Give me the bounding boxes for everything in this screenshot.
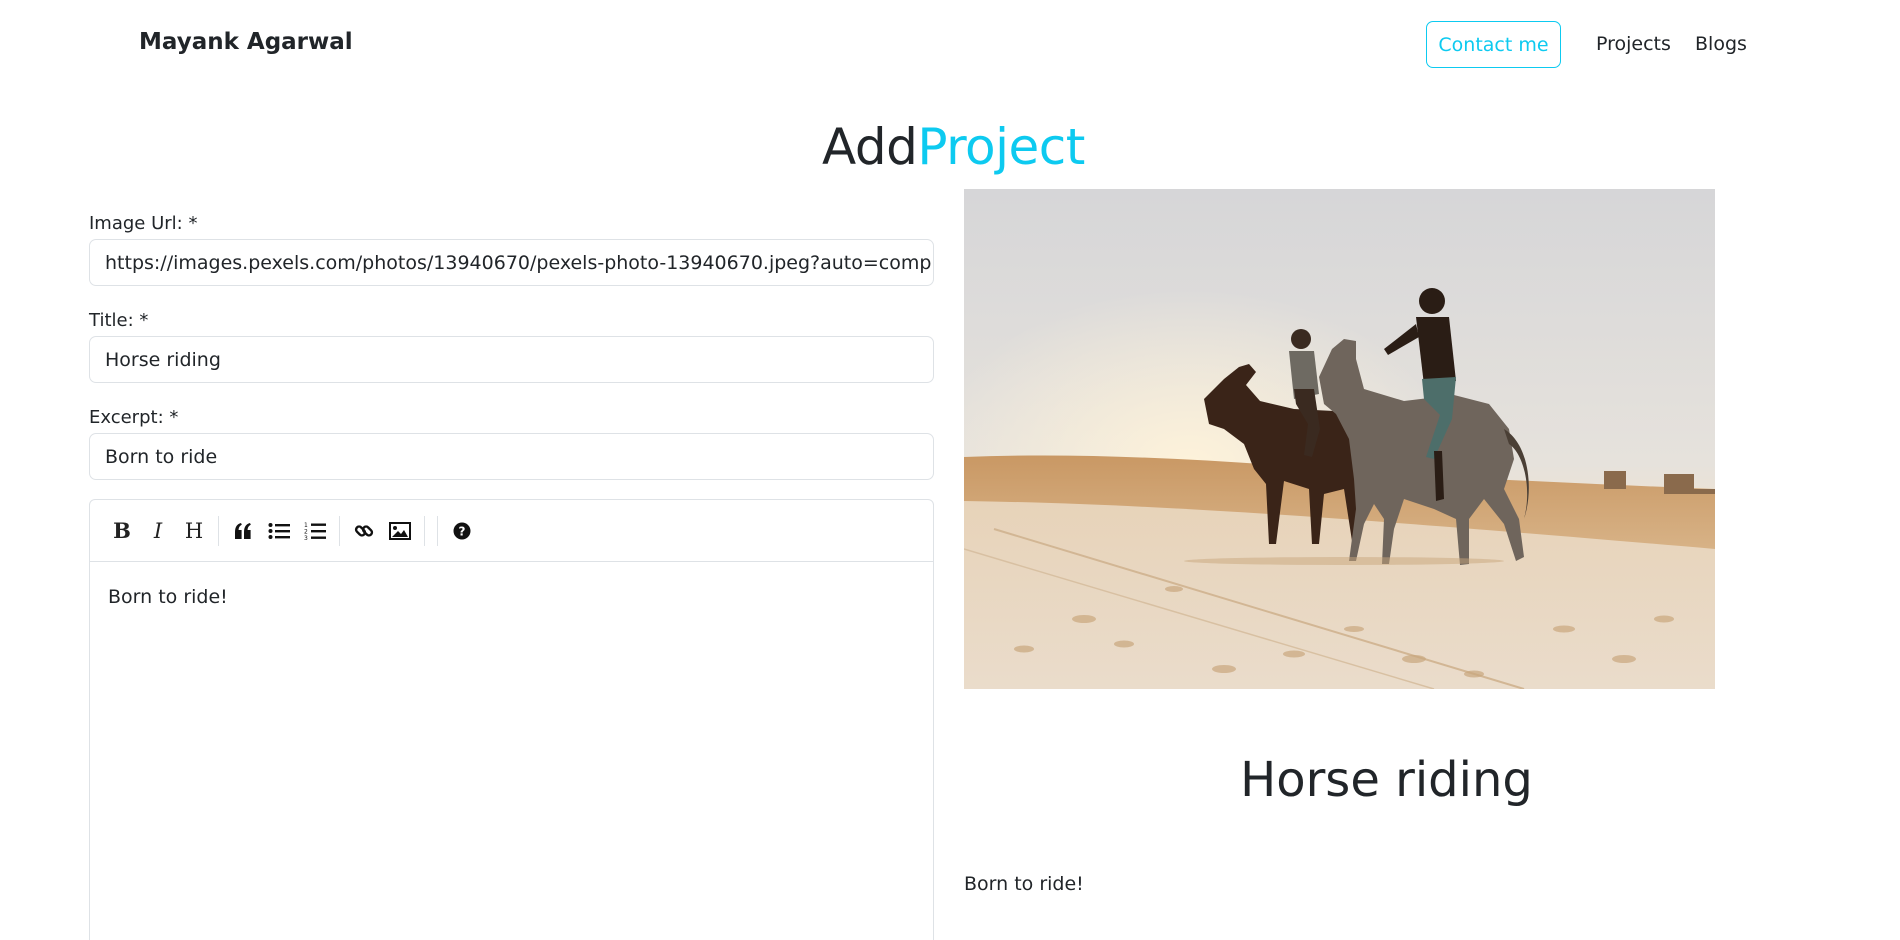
page-heading-add: Add bbox=[822, 118, 918, 176]
preview-image bbox=[964, 189, 1715, 689]
italic-button[interactable]: I bbox=[140, 513, 176, 549]
unordered-list-icon bbox=[268, 522, 290, 539]
italic-icon: I bbox=[153, 518, 163, 543]
guide-button[interactable]: ? bbox=[444, 513, 480, 549]
toolbar-divider bbox=[424, 515, 425, 546]
horse-riders-photo bbox=[964, 189, 1715, 689]
preview-excerpt: Born to ride! bbox=[964, 873, 1084, 895]
title-value: Horse riding bbox=[105, 348, 221, 371]
link-button[interactable] bbox=[346, 513, 382, 549]
editor-content: Born to ride! bbox=[108, 586, 228, 608]
toolbar-divider bbox=[437, 515, 438, 546]
excerpt-value: Born to ride bbox=[105, 445, 218, 468]
excerpt-input[interactable]: Born to ride bbox=[89, 433, 934, 480]
title-label: Title: * bbox=[89, 310, 149, 331]
link-icon bbox=[354, 524, 374, 537]
editor-toolbar: B I H 1 2 3 ? bbox=[90, 500, 933, 562]
page-heading-project: Project bbox=[917, 118, 1085, 176]
contact-me-button[interactable]: Contact me bbox=[1426, 21, 1561, 68]
quote-icon bbox=[235, 522, 251, 539]
preview-title: Horse riding bbox=[1240, 752, 1533, 808]
heading-icon: H bbox=[184, 518, 204, 543]
unordered-list-button[interactable] bbox=[261, 513, 297, 549]
nav-link-projects[interactable]: Projects bbox=[1596, 33, 1671, 55]
heading-button[interactable]: H bbox=[176, 513, 212, 549]
nav-link-blogs[interactable]: Blogs bbox=[1695, 33, 1747, 55]
toolbar-divider bbox=[339, 515, 340, 546]
image-url-label: Image Url: * bbox=[89, 213, 198, 234]
ordered-list-icon: 1 2 3 bbox=[304, 522, 326, 541]
bold-button[interactable]: B bbox=[104, 513, 140, 549]
svg-text:?: ? bbox=[459, 524, 466, 538]
brand-name[interactable]: Mayank Agarwal bbox=[139, 29, 353, 55]
quote-button[interactable] bbox=[225, 513, 261, 549]
title-input[interactable]: Horse riding bbox=[89, 336, 934, 383]
toolbar-divider bbox=[218, 515, 219, 546]
image-button[interactable] bbox=[382, 513, 418, 549]
editor-content-area[interactable]: Born to ride! bbox=[90, 562, 933, 632]
image-url-value: https://images.pexels.com/photos/1394067… bbox=[105, 251, 934, 274]
help-icon: ? bbox=[453, 522, 471, 539]
markdown-editor: B I H 1 2 3 ? Born to ride! bbox=[89, 499, 934, 940]
image-url-input[interactable]: https://images.pexels.com/photos/1394067… bbox=[89, 239, 934, 286]
bold-icon: B bbox=[113, 518, 131, 543]
svg-text:3: 3 bbox=[304, 535, 308, 541]
ordered-list-button[interactable]: 1 2 3 bbox=[297, 513, 333, 549]
navbar: Mayank Agarwal Contact me Projects Blogs bbox=[0, 0, 1900, 90]
image-icon bbox=[389, 521, 411, 540]
excerpt-label: Excerpt: * bbox=[89, 407, 179, 428]
